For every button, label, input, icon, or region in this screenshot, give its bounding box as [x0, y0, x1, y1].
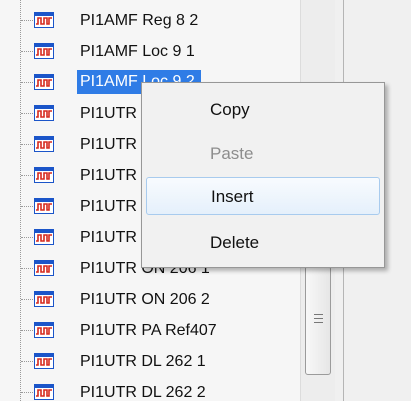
signal-waveform-icon	[34, 167, 54, 183]
tree-connector	[21, 392, 33, 393]
context-menu: Copy Paste Insert Delete	[141, 82, 385, 268]
tree-connector	[21, 82, 33, 83]
signal-waveform-icon	[34, 353, 54, 369]
signal-waveform-icon	[34, 136, 54, 152]
scrollbar-grip-line	[314, 318, 323, 319]
tree-connector	[21, 144, 33, 145]
tree-item-label: PI1UTR ON 206 2	[80, 291, 210, 308]
signal-waveform-icon	[34, 74, 54, 90]
scrollbar-grip-line	[314, 322, 323, 323]
signal-waveform-icon	[34, 12, 54, 28]
menu-item-delete[interactable]: Delete	[146, 224, 380, 262]
tree-item[interactable]: PI1UTR DL 262 1	[0, 346, 310, 377]
signal-waveform-icon	[34, 43, 54, 59]
tree-item-label: PI1AMF Loc 9 1	[80, 43, 195, 60]
tree-item-label: PI1UTR DL 262 1	[80, 353, 206, 370]
tree-item-label: PI1AMF Reg 8 2	[80, 12, 199, 29]
signal-waveform-icon	[34, 384, 54, 400]
tree-item-label: PI1UTR DL 262 2	[80, 384, 206, 401]
tree-item-label: PI1UTR PA Ref407	[80, 322, 217, 339]
signal-waveform-icon	[34, 322, 54, 338]
tree-connector	[21, 361, 33, 362]
menu-item-label: Delete	[210, 233, 260, 252]
tree-connector	[21, 206, 33, 207]
tree-item[interactable]: PI1UTR PA Ref407	[0, 315, 310, 346]
tree-item[interactable]: PI1AMF Reg 8 2	[0, 5, 310, 36]
tree-connector	[21, 113, 33, 114]
menu-item-insert[interactable]: Insert	[146, 177, 380, 215]
tree-connector	[21, 299, 33, 300]
tree-item[interactable]: PI1AMF Loc 9 1	[0, 36, 310, 67]
signal-waveform-icon	[34, 291, 54, 307]
tree-connector	[21, 175, 33, 176]
scrollbar-grip-line	[314, 314, 323, 315]
menu-item-label: Copy	[210, 100, 250, 119]
tree-connector	[21, 268, 33, 269]
tree-connector	[21, 20, 33, 21]
tree-connector	[21, 51, 33, 52]
tree-item[interactable]: PI1UTR DL 262 2	[0, 377, 310, 401]
signal-waveform-icon	[34, 198, 54, 214]
signal-waveform-icon	[34, 105, 54, 121]
menu-item-paste[interactable]: Paste	[146, 135, 380, 173]
tree-item[interactable]: PI1UTR ON 206 2	[0, 284, 310, 315]
menu-item-copy[interactable]: Copy	[146, 91, 380, 129]
tree-connector	[21, 237, 33, 238]
menu-item-label: Insert	[211, 187, 254, 206]
signal-waveform-icon	[34, 260, 54, 276]
tree-connector	[21, 330, 33, 331]
scrollbar-thumb[interactable]	[305, 266, 331, 375]
menu-item-label: Paste	[210, 144, 254, 163]
signal-waveform-icon	[34, 229, 54, 245]
